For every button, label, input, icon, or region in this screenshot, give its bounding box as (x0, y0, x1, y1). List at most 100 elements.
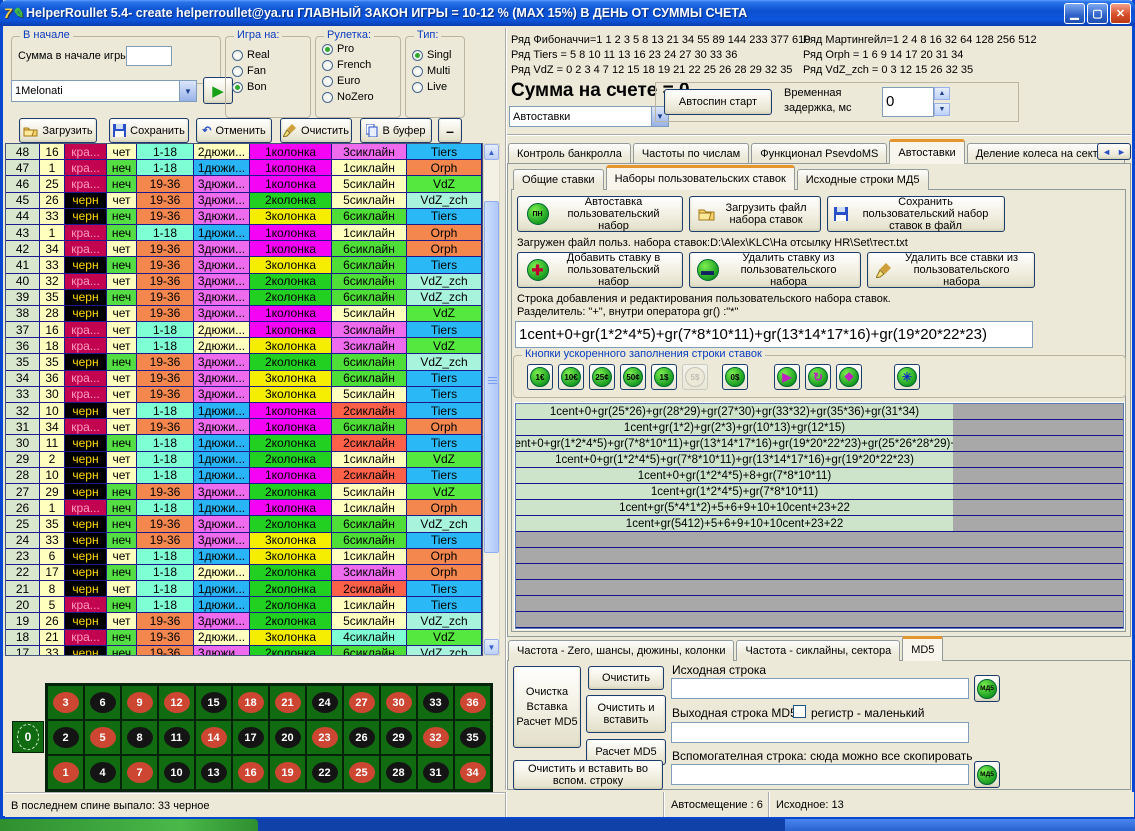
set-list-item[interactable]: 1cent+gr(1*2)+gr(2*3)+gr(10*13)+gr(12*15… (516, 420, 1123, 436)
table-row[interactable]: 4133черннеч19-363дюжи...3колонка6сиклайн… (6, 257, 482, 273)
radio-bon[interactable]: Bon (232, 81, 310, 93)
add-bet-button[interactable]: ✚ Добавить ставку в пользовательский наб… (517, 252, 683, 288)
board-cell-7[interactable]: 7 (122, 756, 157, 789)
tab-md5[interactable]: MD5 (902, 636, 943, 661)
md5-clear-paste-calc-button[interactable]: Очистка Вставка Расчет MD5 (513, 666, 581, 748)
board-cell-36[interactable]: 36 (455, 686, 490, 719)
set-list-item[interactable]: 1cent+0+gr(1*2*4*5)+gr(7*8*10*11)+gr(13*… (516, 452, 1123, 468)
load-button[interactable]: Загрузить (19, 118, 97, 143)
table-row[interactable]: 4625кра...неч19-363дюжи...1колонка5сикла… (6, 176, 482, 192)
mode-combobox[interactable]: Автоставки ▼ (509, 106, 669, 127)
board-cell-24[interactable]: 24 (307, 686, 342, 719)
md5-source-calc-button[interactable]: МД5 (974, 675, 1000, 702)
set-list-item[interactable]: 1cent+0+gr(1*2*4*5)+gr(7*8*10*11)+gr(13*… (516, 436, 1123, 452)
user-set-list[interactable]: 1cent+0+gr(25*26)+gr(28*29)+gr(27*30)+gr… (515, 403, 1124, 629)
set-list-item[interactable]: 1cent+gr(5*4*1*2)+5+6+9+10+10cent+23+22 (516, 500, 1123, 516)
set-list-empty-item[interactable] (516, 548, 1123, 564)
radio-multi[interactable]: Multi (412, 65, 464, 77)
undo-button[interactable]: ↶ Отменить (196, 118, 272, 143)
table-row[interactable]: 4526чернчет19-363дюжи...2колонка5сиклайн… (6, 193, 482, 209)
table-row[interactable]: 2433черннеч19-363дюжи...3колонка6сиклайн… (6, 533, 482, 549)
table-row[interactable]: 3330кра...чет19-363дюжи...3колонка5сикла… (6, 387, 482, 403)
board-cell-18[interactable]: 18 (233, 686, 268, 719)
board-cell-11[interactable]: 11 (159, 721, 194, 754)
board-cell-32[interactable]: 32 (418, 721, 453, 754)
radio-singl[interactable]: Singl (412, 49, 464, 61)
close-button[interactable]: ✕ (1110, 3, 1131, 24)
subtab-исходные-строки-мд5[interactable]: Исходные строки МД5 (797, 169, 929, 190)
quick-bet-5usd[interactable]: 5$ (682, 364, 708, 390)
table-scrollbar[interactable]: ▲ ▼ (483, 143, 500, 656)
table-row[interactable]: 3716кра...чет1-182дюжи...1колонка3сиклай… (6, 322, 482, 338)
radio-icon[interactable] (322, 44, 333, 55)
table-row[interactable]: 2217черннеч1-182дюжи...2колонка3сиклайнO… (6, 565, 482, 581)
tab-функционал-psevdoms[interactable]: Функционал PsevdoMS (751, 143, 887, 164)
board-cell-22[interactable]: 22 (307, 756, 342, 789)
table-row[interactable]: 2810чернчет1-181дюжи...1колонка2сиклайнT… (6, 468, 482, 484)
autostake-user-set-button[interactable]: ПН Автоставка пользовательский набор (517, 196, 683, 232)
radio-icon[interactable] (322, 76, 333, 87)
clear-button[interactable]: Очистить (280, 118, 352, 143)
remove-all-bets-button[interactable]: Удалить все ставки из пользовательского … (867, 252, 1035, 288)
set-list-empty-item[interactable] (516, 532, 1123, 548)
board-cell-23[interactable]: 23 (307, 721, 342, 754)
table-row[interactable]: 3828чернчет19-363дюжи...1колонка5сиклайн… (6, 306, 482, 322)
md5-clear-and-paste-button[interactable]: Очистить и вставить (586, 695, 666, 733)
board-cell-6[interactable]: 6 (85, 686, 120, 719)
table-row[interactable]: 3134кра...чет19-363дюжи...1колонка6сикла… (6, 419, 482, 435)
quick-play-icon[interactable]: ▶ (774, 364, 800, 390)
table-row[interactable]: 4234кра...чет19-363дюжи...1колонка6сикла… (6, 241, 482, 257)
md5-aux-input[interactable] (671, 764, 969, 785)
table-row[interactable]: 3935черннеч19-363дюжи...2колонка6сиклайн… (6, 290, 482, 306)
board-cell-4[interactable]: 4 (85, 756, 120, 789)
board-cell-8[interactable]: 8 (122, 721, 157, 754)
table-row[interactable]: 2729черннеч19-363дюжи...2колонка5сиклайн… (6, 484, 482, 500)
board-cell-25[interactable]: 25 (344, 756, 379, 789)
tab-scroll-left-icon[interactable]: ◄ (1102, 147, 1111, 157)
collapse-button[interactable]: – (438, 118, 462, 143)
start-button[interactable] (0, 819, 258, 831)
scroll-up-icon[interactable]: ▲ (484, 144, 499, 160)
quick-pattern-icon[interactable]: ✳ (894, 364, 920, 390)
set-list-item[interactable]: 1cent+0+gr(1*2*4*5)+8+gr(7*8*10*11) (516, 468, 1123, 484)
radio-icon[interactable] (322, 60, 333, 71)
delay-spinner[interactable]: ▲ ▼ (934, 87, 950, 116)
board-cell-26[interactable]: 26 (344, 721, 379, 754)
radio-real[interactable]: Real (232, 49, 310, 61)
board-cell-9[interactable]: 9 (122, 686, 157, 719)
board-cell-29[interactable]: 29 (381, 721, 416, 754)
radio-icon[interactable] (232, 66, 243, 77)
radio-icon[interactable] (232, 82, 243, 93)
save-button[interactable]: Сохранить (109, 118, 189, 143)
tab-scroll-buttons[interactable]: ◄► (1097, 143, 1131, 160)
board-cell-21[interactable]: 21 (270, 686, 305, 719)
table-row[interactable]: 471кра...неч1-181дюжи...1колонка1сиклайн… (6, 160, 482, 176)
board-cell-16[interactable]: 16 (233, 756, 268, 789)
board-cell-1[interactable]: 1 (48, 756, 83, 789)
board-cell-17[interactable]: 17 (233, 721, 268, 754)
md5-clear-paste-aux-button[interactable]: Очистить и вставить во вспом. строку (513, 760, 663, 790)
board-cell-2[interactable]: 2 (48, 721, 83, 754)
spin-history-table[interactable]: 4816кра...чет1-182дюжи...1колонка3сиклай… (5, 143, 483, 656)
tab-частота-сиклайны-сектора[interactable]: Частота - сиклайны, сектора (736, 640, 900, 661)
table-row[interactable]: 3210чернчет1-181дюжи...1колонка2сиклайнT… (6, 403, 482, 419)
board-cell-5[interactable]: 5 (85, 721, 120, 754)
preset-combobox[interactable]: 1Melonati ▼ (11, 80, 197, 102)
board-cell-0[interactable]: 0 (12, 721, 44, 753)
tab-автоставки[interactable]: Автоставки (889, 139, 964, 164)
table-row[interactable]: 1733черннеч19-363дюжи...2колонка6сиклайн… (6, 646, 482, 656)
set-list-empty-item[interactable] (516, 596, 1123, 612)
tab-контроль-банкролла[interactable]: Контроль банкролла (508, 143, 631, 164)
maximize-button[interactable]: ▢ (1087, 3, 1108, 24)
board-cell-34[interactable]: 34 (455, 756, 490, 789)
table-row[interactable]: 3011черннеч1-181дюжи...2колонка2сиклайнT… (6, 435, 482, 451)
board-cell-14[interactable]: 14 (196, 721, 231, 754)
radio-pro[interactable]: Pro (322, 43, 400, 55)
board-cell-12[interactable]: 12 (159, 686, 194, 719)
quick-shuffle-icon[interactable]: ❖ (836, 364, 862, 390)
board-cell-31[interactable]: 31 (418, 756, 453, 789)
board-cell-28[interactable]: 28 (381, 756, 416, 789)
table-row[interactable]: 3436кра...чет19-363дюжи...3колонка6сикла… (6, 371, 482, 387)
board-cell-27[interactable]: 27 (344, 686, 379, 719)
table-row[interactable]: 205кра...неч1-181дюжи...2колонка1сиклайн… (6, 597, 482, 613)
